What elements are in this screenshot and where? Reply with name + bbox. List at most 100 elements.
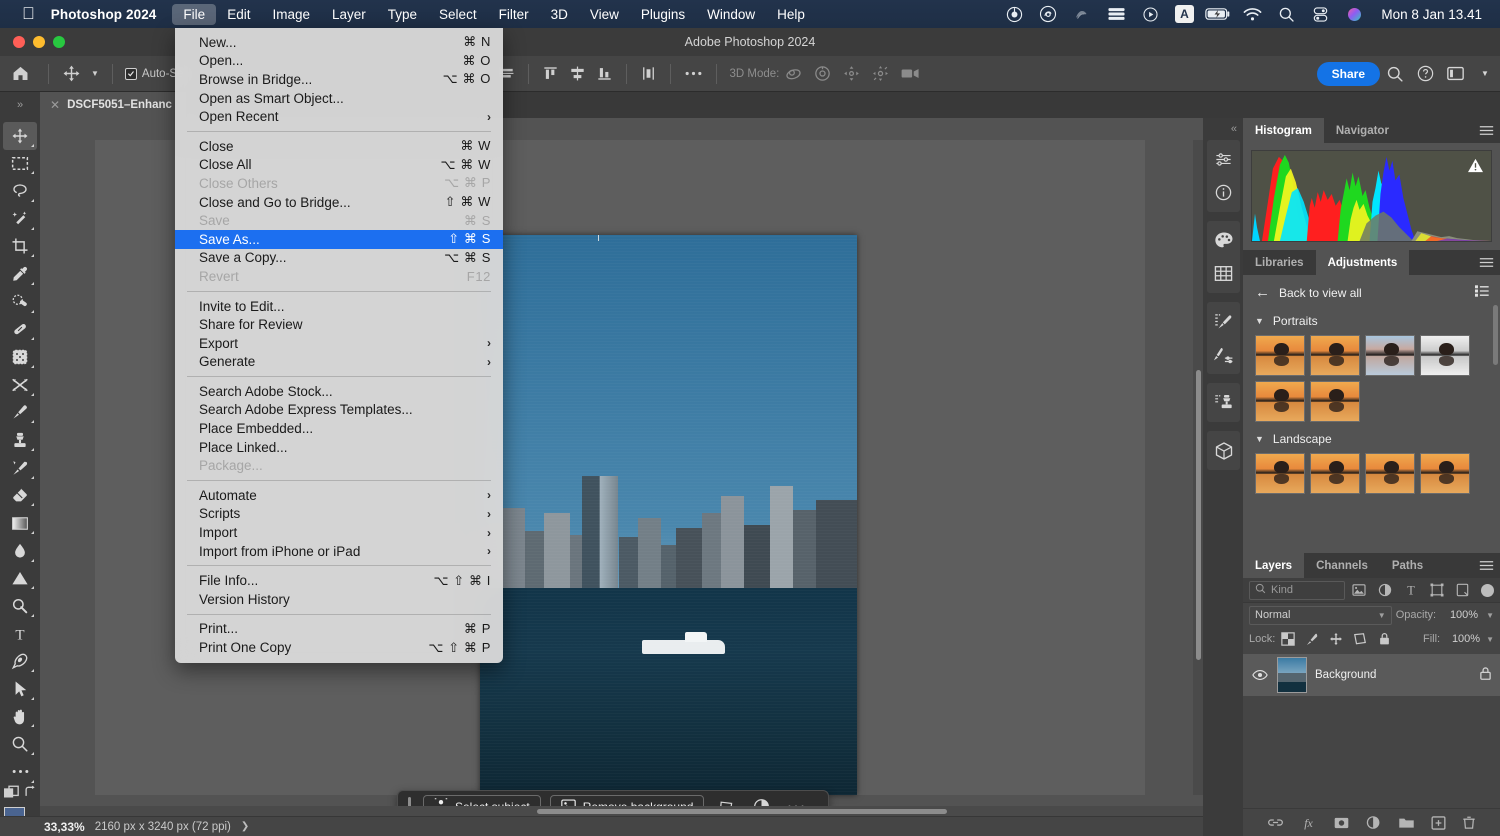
preset-thumbnail[interactable] bbox=[1310, 335, 1360, 376]
double-chevron-right-icon[interactable]: » bbox=[0, 92, 40, 118]
filter-smart-object-icon[interactable] bbox=[1451, 580, 1474, 600]
layer-mask-icon[interactable] bbox=[1333, 816, 1350, 830]
lasso-tool[interactable] bbox=[3, 177, 37, 205]
adjustments-group-portraits[interactable]: ▼ Portraits bbox=[1243, 308, 1500, 333]
scrollbar-thumb[interactable] bbox=[1196, 370, 1201, 660]
menubar-app-name[interactable]: Photoshop 2024 bbox=[51, 7, 157, 22]
eye-icon[interactable] bbox=[1251, 669, 1269, 681]
chevron-down-icon[interactable]: ▼ bbox=[1486, 635, 1494, 644]
move-tool-icon[interactable] bbox=[57, 61, 86, 87]
menubar-item-image[interactable]: Image bbox=[261, 4, 321, 25]
wifi-icon[interactable] bbox=[1235, 1, 1269, 27]
menu-item-print[interactable]: Print...⌘ P bbox=[175, 620, 503, 639]
preset-thumbnail[interactable] bbox=[1420, 453, 1470, 494]
search-icon[interactable] bbox=[1269, 1, 1303, 27]
tab-libraries[interactable]: Libraries bbox=[1243, 250, 1316, 275]
menubar-item-edit[interactable]: Edit bbox=[216, 4, 261, 25]
preset-thumbnail[interactable] bbox=[1365, 335, 1415, 376]
tab-navigator[interactable]: Navigator bbox=[1324, 118, 1401, 143]
menu-item-generate[interactable]: Generate› bbox=[175, 353, 503, 372]
menu-item-invite-to-edit[interactable]: Invite to Edit... bbox=[175, 297, 503, 316]
close-button[interactable] bbox=[13, 36, 25, 48]
preset-thumbnail[interactable] bbox=[1310, 381, 1360, 422]
preset-thumbnail[interactable] bbox=[1255, 335, 1305, 376]
help-icon[interactable] bbox=[1410, 60, 1440, 88]
uncached-data-warning-icon[interactable] bbox=[1467, 158, 1484, 176]
chevron-down-icon[interactable]: ▼ bbox=[1486, 611, 1494, 620]
adjustments-scrollbar[interactable] bbox=[1493, 305, 1498, 365]
scale-3d-icon[interactable] bbox=[895, 61, 926, 87]
lock-artboard-icon[interactable] bbox=[1349, 629, 1371, 649]
menu-item-open-recent[interactable]: Open Recent› bbox=[175, 107, 503, 126]
chevron-down-icon[interactable]: ▼ bbox=[1470, 60, 1500, 88]
search-icon[interactable] bbox=[1380, 60, 1410, 88]
tab-channels[interactable]: Channels bbox=[1304, 553, 1380, 578]
brush-presets-icon[interactable] bbox=[1207, 338, 1240, 371]
keyboard-layout-icon[interactable]: A bbox=[1167, 1, 1201, 27]
patch-tool[interactable] bbox=[3, 343, 37, 371]
pen-tool[interactable] bbox=[3, 647, 37, 675]
menu-item-place-linked[interactable]: Place Linked... bbox=[175, 438, 503, 457]
orbit-3d-icon[interactable] bbox=[779, 61, 808, 87]
lock-icon[interactable] bbox=[1479, 666, 1492, 684]
new-adjustment-layer-icon[interactable] bbox=[1366, 815, 1382, 830]
tab-adjustments[interactable]: Adjustments bbox=[1316, 250, 1410, 275]
menu-item-import[interactable]: Import› bbox=[175, 523, 503, 542]
info-icon[interactable] bbox=[1207, 176, 1240, 209]
link-layers-icon[interactable] bbox=[1267, 817, 1284, 828]
align-bottom-icon[interactable] bbox=[591, 61, 618, 87]
menu-item-close[interactable]: Close⌘ W bbox=[175, 137, 503, 156]
hand-tool[interactable] bbox=[3, 703, 37, 731]
scrollbar-thumb[interactable] bbox=[537, 809, 947, 814]
new-group-icon[interactable] bbox=[1398, 816, 1415, 830]
layer-style-fx-icon[interactable]: fx bbox=[1300, 816, 1317, 830]
menu-item-export[interactable]: Export› bbox=[175, 334, 503, 353]
panel-menu-icon[interactable] bbox=[1472, 553, 1500, 578]
brush-tool[interactable] bbox=[3, 399, 37, 427]
move-tool[interactable] bbox=[3, 122, 37, 150]
shuffle-tool[interactable] bbox=[3, 371, 37, 399]
align-top-icon[interactable] bbox=[537, 61, 564, 87]
filter-type-icon[interactable]: T bbox=[1399, 580, 1422, 600]
dodge-tool[interactable] bbox=[3, 565, 37, 593]
chevron-down-icon[interactable]: ▼ bbox=[1255, 316, 1264, 326]
filter-pixel-icon[interactable] bbox=[1348, 580, 1371, 600]
layer-row[interactable]: Background bbox=[1243, 654, 1500, 696]
roll-3d-icon[interactable] bbox=[808, 61, 837, 87]
apple-logo-icon[interactable]:  bbox=[22, 5, 35, 22]
history-brush-tool[interactable] bbox=[3, 454, 37, 482]
menubar-item-file[interactable]: File bbox=[172, 4, 216, 25]
menu-item-save-a-copy[interactable]: Save a Copy...⌥ ⌘ S bbox=[175, 249, 503, 268]
menubar-item-window[interactable]: Window bbox=[696, 4, 766, 25]
menu-item-open-as-smart-object[interactable]: Open as Smart Object... bbox=[175, 89, 503, 108]
menu-item-version-history[interactable]: Version History bbox=[175, 590, 503, 609]
workspace-icon[interactable] bbox=[1440, 60, 1470, 88]
filter-adjustment-icon[interactable] bbox=[1374, 580, 1397, 600]
opacity-value[interactable]: 100% bbox=[1440, 606, 1482, 625]
properties-sliders-icon[interactable] bbox=[1207, 143, 1240, 176]
pan-3d-icon[interactable] bbox=[837, 61, 866, 87]
brush-settings-icon[interactable] bbox=[1207, 305, 1240, 338]
menu-item-close-and-go-to-bridge[interactable]: Close and Go to Bridge...⇧ ⌘ W bbox=[175, 193, 503, 212]
control-center-icon[interactable] bbox=[1303, 1, 1337, 27]
preset-thumbnail[interactable] bbox=[1255, 453, 1305, 494]
menu-item-file-info[interactable]: File Info...⌥ ⇧ ⌘ I bbox=[175, 571, 503, 590]
slide-3d-icon[interactable] bbox=[866, 61, 895, 87]
menu-item-print-one-copy[interactable]: Print One Copy⌥ ⇧ ⌘ P bbox=[175, 638, 503, 657]
menu-item-automate[interactable]: Automate› bbox=[175, 486, 503, 505]
histogram-graph[interactable] bbox=[1251, 150, 1492, 242]
clone-source-icon[interactable] bbox=[1207, 386, 1240, 419]
chevron-right-icon[interactable]: ❯ bbox=[241, 821, 249, 832]
menubar-item-3d[interactable]: 3D bbox=[540, 4, 579, 25]
document-image[interactable] bbox=[480, 235, 857, 795]
clone-stamp-tool[interactable] bbox=[3, 426, 37, 454]
menubar-item-help[interactable]: Help bbox=[766, 4, 816, 25]
menu-item-close-all[interactable]: Close All⌥ ⌘ W bbox=[175, 156, 503, 175]
crop-tool[interactable] bbox=[3, 233, 37, 261]
align-horizontal-center-icon[interactable] bbox=[564, 61, 591, 87]
zoom-tool[interactable] bbox=[3, 730, 37, 758]
canvas-horizontal-scrollbar[interactable] bbox=[40, 806, 1203, 816]
filter-shape-icon[interactable] bbox=[1425, 580, 1448, 600]
delete-layer-icon[interactable] bbox=[1462, 815, 1476, 830]
menubar-item-select[interactable]: Select bbox=[428, 4, 488, 25]
